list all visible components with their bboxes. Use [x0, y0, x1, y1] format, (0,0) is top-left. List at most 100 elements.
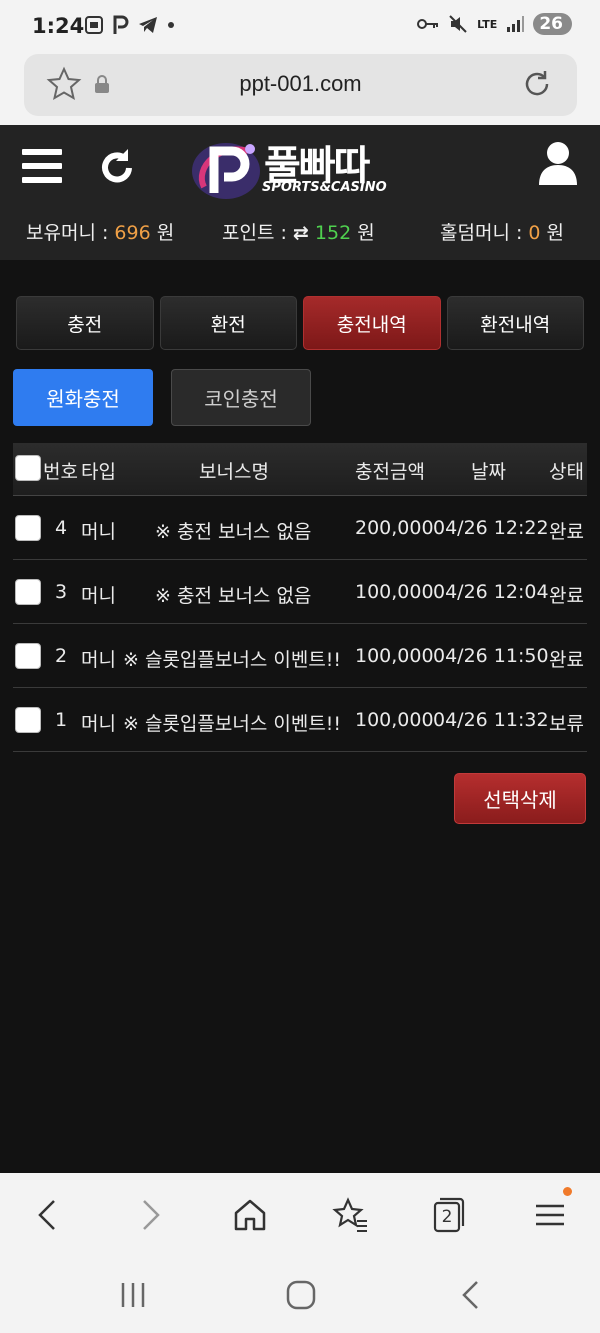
- row-type: 머니: [81, 585, 116, 607]
- reload-icon[interactable]: [521, 68, 553, 100]
- row-date: 04/26 12:04: [433, 581, 549, 603]
- notification-icons: [84, 15, 176, 35]
- row-status: 완료: [549, 521, 584, 543]
- sub-tabs: 원화충전 코인충전: [13, 369, 311, 426]
- header-status: 상태: [549, 461, 584, 483]
- header-type: 타입: [81, 461, 116, 483]
- forward-arrow-icon[interactable]: [130, 1195, 170, 1235]
- logo-subtitle: SPORTS&CASINO: [262, 180, 387, 195]
- signal-icon: [507, 16, 525, 32]
- row-no: 3: [55, 581, 68, 603]
- system-icons: LTE 26: [417, 13, 572, 35]
- tab-deposit-history[interactable]: 충전내역: [303, 296, 441, 350]
- tab-deposit[interactable]: 충전: [16, 296, 154, 350]
- table-row[interactable]: 2 머니 ※ 슬롯입플보너스 이벤트!! 100,000 04/26 11:50…: [13, 624, 587, 688]
- refresh-icon[interactable]: [98, 145, 136, 187]
- site-header: 풀빠따 SPORTS&CASINO 보유머니 : 696 원 포인트 : ⇄ 1…: [0, 125, 600, 260]
- holdem-label: 홀덤머니 :: [440, 222, 529, 244]
- network-label: LTE: [477, 17, 498, 31]
- row-date: 04/26 12:22: [433, 517, 549, 539]
- select-all-checkbox[interactable]: [15, 455, 41, 481]
- row-status: 완료: [549, 585, 584, 607]
- main-tabs: 충전 환전 충전내역 환전내역: [16, 296, 584, 350]
- tab-withdraw-history[interactable]: 환전내역: [446, 296, 584, 350]
- exchange-arrows-icon[interactable]: ⇄: [293, 222, 309, 244]
- table-row[interactable]: 3 머니 ※ 충전 보너스 없음 100,000 04/26 12:04 완료: [13, 560, 587, 624]
- user-icon[interactable]: [538, 141, 578, 185]
- delete-selected-button[interactable]: 선택삭제: [454, 773, 586, 824]
- browser-menu-button[interactable]: [530, 1187, 572, 1235]
- point-unit: 원: [357, 222, 375, 244]
- key-icon: [417, 19, 439, 29]
- android-nav-bar: [0, 1257, 600, 1333]
- table-row[interactable]: 1 머니 ※ 슬롯입플보너스 이벤트!! 100,000 04/26 11:32…: [13, 688, 587, 752]
- row-checkbox[interactable]: [15, 515, 41, 541]
- browser-address-area: ppt-001.com: [0, 54, 600, 125]
- money-value: 696: [114, 222, 151, 244]
- home-icon[interactable]: [230, 1195, 270, 1235]
- row-type: 머니: [81, 521, 116, 543]
- row-amount: 100,000: [355, 645, 434, 667]
- menu-hamburger-icon[interactable]: [22, 149, 62, 183]
- balance-bar: 보유머니 : 696 원 포인트 : ⇄ 152 원 홀덤머니 : 0 원: [0, 218, 600, 244]
- row-amount: 200,000: [355, 517, 434, 539]
- money-label: 보유머니 :: [26, 222, 115, 244]
- table-header: 번호 타입 보너스명 충전금액 날짜 상태: [13, 443, 587, 496]
- point-value: 152: [314, 222, 352, 244]
- recent-apps-icon[interactable]: [116, 1279, 150, 1311]
- site-logo[interactable]: 풀빠따 SPORTS&CASINO: [190, 133, 412, 205]
- url-text[interactable]: ppt-001.com: [24, 71, 577, 97]
- row-checkbox[interactable]: [15, 707, 41, 733]
- row-status: 완료: [549, 649, 584, 671]
- clock: 1:24: [32, 14, 85, 38]
- money-balance: 보유머니 : 696 원: [26, 218, 174, 245]
- back-arrow-icon[interactable]: [28, 1195, 68, 1235]
- row-bonus: ※ 충전 보너스 없음: [155, 585, 312, 607]
- address-bar[interactable]: ppt-001.com: [24, 54, 577, 116]
- row-no: 2: [55, 645, 68, 667]
- bookmarks-icon[interactable]: [330, 1195, 370, 1235]
- row-bonus: ※ 슬롯입플보너스 이벤트!!: [123, 649, 342, 671]
- header-no: 번호: [43, 461, 78, 483]
- row-amount: 100,000: [355, 709, 434, 731]
- nav-home-icon[interactable]: [284, 1279, 318, 1311]
- screenshot-icon: [85, 16, 103, 34]
- header-bonus: 보너스명: [199, 461, 269, 483]
- dot-icon: [168, 22, 174, 28]
- money-unit: 원: [156, 222, 175, 244]
- browser-toolbar: 2: [0, 1173, 600, 1257]
- notification-dot: [563, 1187, 572, 1196]
- row-checkbox[interactable]: [15, 643, 41, 669]
- row-bonus: ※ 충전 보너스 없음: [155, 521, 312, 543]
- deposit-history-table: 번호 타입 보너스명 충전금액 날짜 상태 4 머니 ※ 충전 보너스 없음 2…: [13, 443, 587, 752]
- telegram-icon: [139, 17, 157, 33]
- tab-coin-deposit[interactable]: 코인충전: [171, 369, 311, 426]
- row-no: 1: [55, 709, 68, 731]
- row-type: 머니: [81, 649, 116, 671]
- header-date: 날짜: [471, 461, 506, 483]
- tabs-count: 2: [441, 1207, 453, 1227]
- point-label: 포인트 :: [222, 222, 293, 244]
- tab-withdraw[interactable]: 환전: [159, 296, 297, 350]
- holdem-unit: 원: [546, 222, 565, 244]
- status-bar: 1:24 LTE 26: [0, 0, 600, 54]
- menu-icon: [536, 1204, 564, 1226]
- point-balance: 포인트 : ⇄ 152 원: [222, 218, 375, 245]
- nav-back-icon[interactable]: [455, 1279, 489, 1311]
- row-bonus: ※ 슬롯입플보너스 이벤트!!: [123, 713, 342, 735]
- battery-indicator: 26: [533, 13, 572, 35]
- logo-p-emblem-icon: [192, 143, 260, 199]
- p-app-icon: [113, 15, 129, 34]
- row-amount: 100,000: [355, 581, 434, 603]
- holdem-value: 0: [528, 222, 541, 244]
- table-row[interactable]: 4 머니 ※ 충전 보너스 없음 200,000 04/26 12:22 완료: [13, 496, 587, 560]
- tabs-switcher-button[interactable]: 2: [430, 1195, 470, 1235]
- row-date: 04/26 11:50: [433, 645, 549, 667]
- row-checkbox[interactable]: [15, 579, 41, 605]
- tab-krw-deposit[interactable]: 원화충전: [13, 369, 153, 426]
- header-amount: 충전금액: [355, 461, 425, 483]
- holdem-balance: 홀덤머니 : 0 원: [440, 218, 564, 245]
- mute-icon: [449, 15, 467, 33]
- row-status: 보류: [549, 713, 584, 735]
- row-type: 머니: [81, 713, 116, 735]
